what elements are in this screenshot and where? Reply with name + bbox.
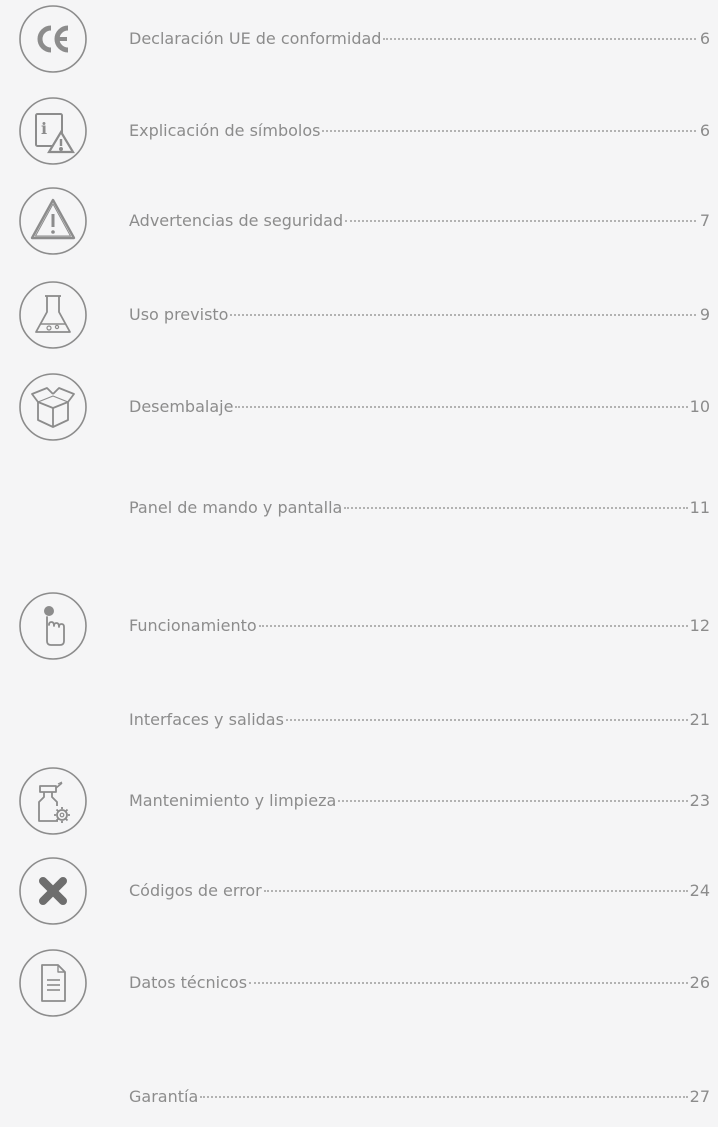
toc-entry-simbolos[interactable]: Explicación de símbolos 6 [129,121,710,141]
spray-gear-icon [18,766,88,836]
dot-leader [249,982,688,984]
document-icon [18,948,88,1018]
toc-entry-title: Funcionamiento [129,616,257,635]
toc-entry-datos-tecnicos[interactable]: Datos técnicos 26 [129,973,710,993]
toc-row: Panel de mando y pantalla 11 [0,473,718,543]
toc-entry-page: 21 [689,710,710,729]
toc-row: Interfaces y salidas 21 [0,685,718,755]
toc-entry-panel[interactable]: Panel de mando y pantalla 11 [129,498,710,518]
toc-entry-page: 6 [699,29,710,48]
toc-entry-page: 7 [699,211,710,230]
toc-row: Desembalaje 10 [0,372,718,442]
toc-entry-page: 9 [699,305,710,324]
toc-entry-declaracion[interactable]: Declaración UE de conformidad 6 [129,29,710,49]
dot-leader [345,220,696,222]
toc-row: Mantenimiento y limpieza 23 [0,766,718,836]
toc-entry-uso-previsto[interactable]: Uso previsto 9 [129,305,710,325]
toc-entry-title: Declaración UE de conformidad [129,29,382,48]
toc-row: Garantía 27 [0,1062,718,1127]
warning-triangle-icon [18,186,88,256]
ce-mark-icon [18,4,88,74]
finger-press-icon [18,591,88,661]
dot-leader [235,406,688,408]
toc-row: Advertencias de seguridad 7 [0,186,718,256]
toc-entry-title: Desembalaje [129,397,234,416]
toc-entry-advertencias[interactable]: Advertencias de seguridad 7 [129,211,710,231]
open-box-icon [18,372,88,442]
toc-entry-title: Datos técnicos [129,973,248,992]
toc-entry-page: 6 [699,121,710,140]
toc-entry-page: 23 [689,791,710,810]
dot-leader [263,890,688,892]
dot-leader [285,719,688,721]
toc-entry-title: Códigos de error [129,881,262,900]
toc-entry-title: Interfaces y salidas [129,710,284,729]
toc-entry-page: 26 [689,973,710,992]
toc-entry-codigos-error[interactable]: Códigos de error 24 [129,881,710,901]
table-of-contents: Declaración UE de conformidad 6 i Explic… [0,0,718,1127]
toc-entry-desembalaje[interactable]: Desembalaje 10 [129,397,710,417]
toc-entry-page: 12 [689,616,710,635]
toc-entry-garantia[interactable]: Garantía 27 [129,1087,710,1107]
svg-text:i: i [41,119,47,138]
dot-leader [200,1096,688,1098]
toc-entry-interfaces[interactable]: Interfaces y salidas 21 [129,710,710,730]
toc-row: Datos técnicos 26 [0,948,718,1018]
toc-entry-title: Explicación de símbolos [129,121,321,140]
flask-icon [18,280,88,350]
toc-entry-title: Uso previsto [129,305,229,324]
dot-leader [383,38,696,40]
toc-row: Declaración UE de conformidad 6 [0,4,718,74]
toc-row: i Explicación de símbolos 6 [0,96,718,166]
toc-entry-title: Advertencias de seguridad [129,211,344,230]
toc-entry-mantenimiento[interactable]: Mantenimiento y limpieza 23 [129,791,710,811]
toc-entry-page: 27 [689,1087,710,1106]
toc-entry-page: 11 [689,498,710,517]
dot-leader [322,130,696,132]
dot-leader [230,314,696,316]
toc-entry-title: Panel de mando y pantalla [129,498,343,517]
toc-entry-title: Mantenimiento y limpieza [129,791,337,810]
toc-entry-page: 10 [689,397,710,416]
toc-entry-title: Garantía [129,1087,199,1106]
dot-leader [344,507,688,509]
info-warning-icon: i [18,96,88,166]
cross-icon [18,856,88,926]
dot-leader [338,800,688,802]
toc-row: Códigos de error 24 [0,856,718,926]
toc-entry-funcionamiento[interactable]: Funcionamiento 12 [129,616,710,636]
toc-row: Funcionamiento 12 [0,591,718,661]
toc-entry-page: 24 [689,881,710,900]
dot-leader [258,625,688,627]
toc-row: Uso previsto 9 [0,280,718,350]
